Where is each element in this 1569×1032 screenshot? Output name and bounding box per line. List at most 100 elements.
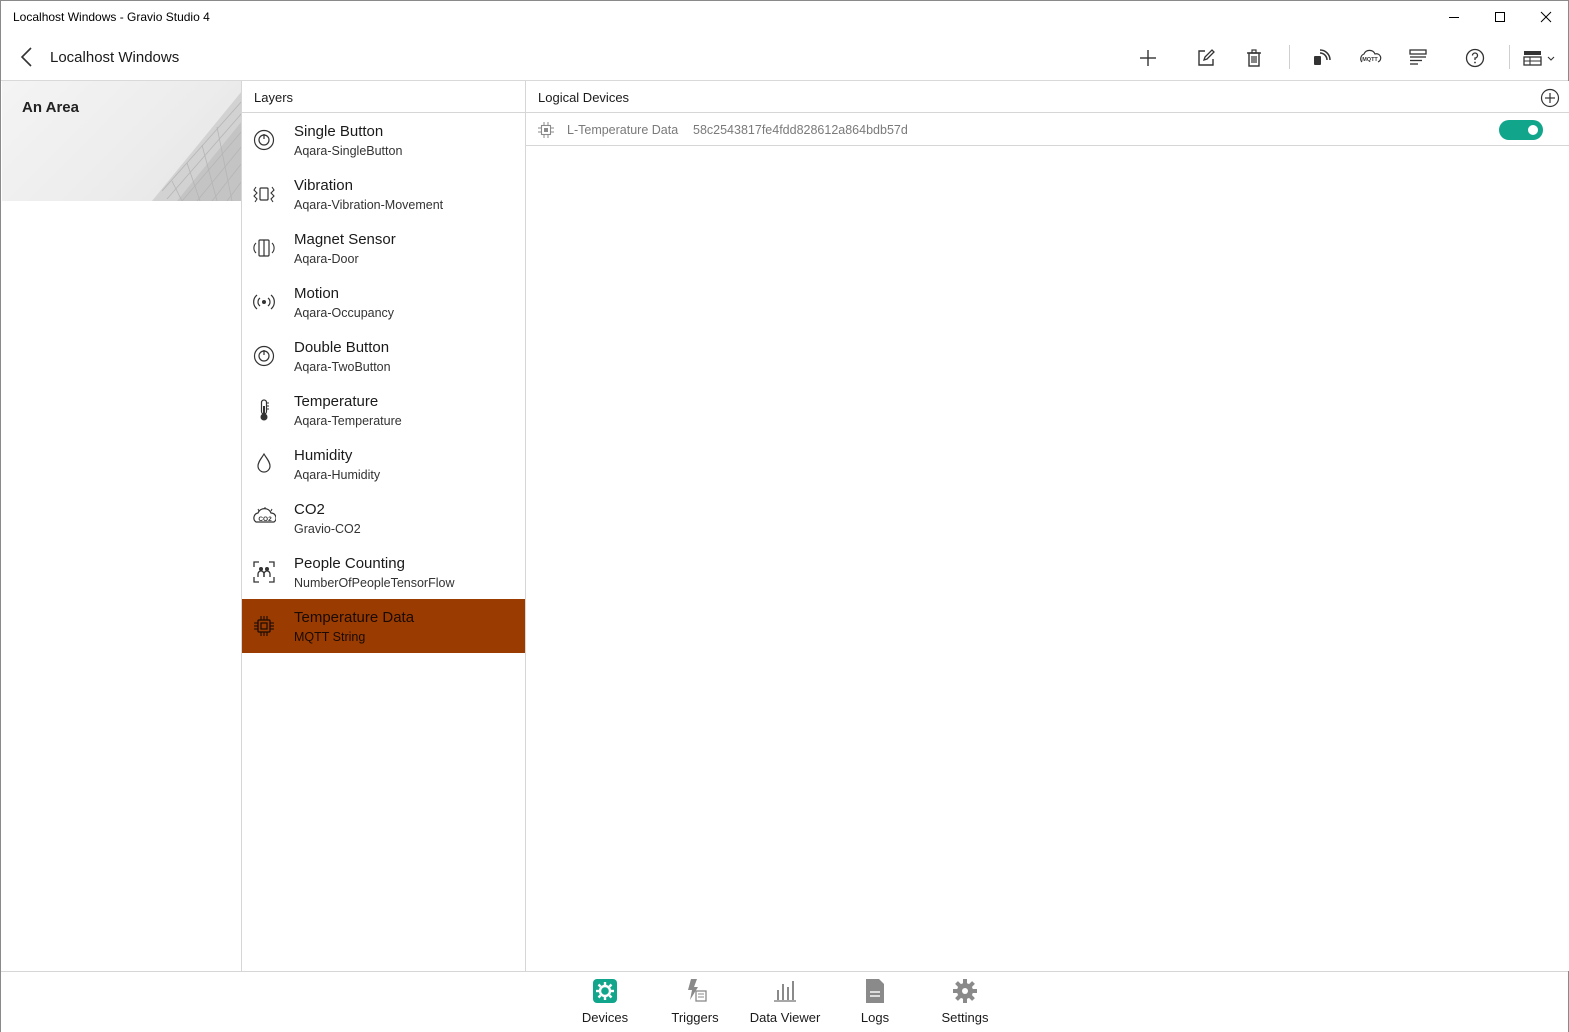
- title-bar: Localhost Windows - Gravio Studio 4: [1, 1, 1568, 35]
- help-icon: [1465, 48, 1485, 68]
- add-button[interactable]: [1130, 41, 1166, 75]
- bottom-navigation: Devices Triggers Data Viewer Logs Settin…: [1, 971, 1568, 1032]
- mqtt-icon: MQTT: [1360, 49, 1382, 63]
- logs-icon: [862, 978, 888, 1004]
- device-row[interactable]: L-Temperature Data 58c2543817fe4fdd82861…: [526, 113, 1569, 146]
- list-icon: [1409, 49, 1427, 65]
- power-button-icon: [252, 128, 276, 152]
- layer-item-people-counting[interactable]: People Counting NumberOfPeopleTensorFlow: [242, 545, 525, 599]
- layer-name: People Counting: [294, 555, 405, 572]
- layer-item-motion[interactable]: Motion Aqara-Occupancy: [242, 275, 525, 329]
- layer-name: Temperature: [294, 393, 379, 410]
- area-name: An Area: [22, 99, 79, 116]
- settings-icon: [952, 978, 978, 1004]
- delete-button[interactable]: [1236, 41, 1272, 75]
- layer-subtitle: MQTT String: [294, 630, 366, 644]
- area-card[interactable]: An Area: [2, 81, 242, 201]
- help-button[interactable]: [1457, 41, 1493, 75]
- nav-label: Logs: [860, 1010, 890, 1025]
- layer-subtitle: Aqara-Occupancy: [294, 306, 395, 320]
- app-window: Localhost Windows - Gravio Studio 4 Loca…: [0, 0, 1569, 1032]
- add-circle-icon: [1540, 88, 1560, 108]
- nfc-icon: [1314, 49, 1331, 65]
- layer-subtitle: Aqara-Humidity: [294, 468, 381, 482]
- layer-name: Humidity: [294, 447, 353, 464]
- layer-item-magnet-sensor[interactable]: Magnet Sensor Aqara-Door: [242, 221, 525, 275]
- layers-header: Layers: [242, 81, 525, 113]
- nav-devices[interactable]: Devices: [565, 978, 645, 1030]
- view-options-icon: [1523, 51, 1555, 66]
- minimize-icon: [1449, 17, 1459, 18]
- layer-item-double-button[interactable]: Double Button Aqara-TwoButton: [242, 329, 525, 383]
- layer-name: CO2: [294, 501, 325, 518]
- chip-icon: [252, 614, 276, 638]
- layer-subtitle: Aqara-Vibration-Movement: [294, 198, 444, 212]
- layer-subtitle: Aqara-SingleButton: [294, 144, 403, 158]
- mqtt-button[interactable]: MQTT: [1352, 41, 1388, 75]
- device-name: L-Temperature Data: [567, 123, 679, 137]
- app-header: Localhost Windows MQTT: [1, 35, 1568, 81]
- nfc-button[interactable]: [1303, 41, 1339, 75]
- layer-name: Motion: [294, 285, 340, 302]
- layer-subtitle: Gravio-CO2: [294, 522, 361, 536]
- page-title: Localhost Windows: [50, 49, 180, 66]
- nav-data-viewer[interactable]: Data Viewer: [745, 978, 825, 1030]
- nav-label: Settings: [941, 1010, 989, 1025]
- layer-item-vibration[interactable]: Vibration Aqara-Vibration-Movement: [242, 167, 525, 221]
- nav-label: Triggers: [671, 1010, 719, 1025]
- nav-logs[interactable]: Logs: [835, 978, 915, 1030]
- device-id: 58c2543817fe4fdd828612a864bdb57d: [693, 123, 908, 137]
- triggers-icon: [682, 978, 708, 1004]
- layer-name: Temperature Data: [294, 609, 415, 626]
- add-device-button[interactable]: [1539, 87, 1561, 109]
- edit-button[interactable]: [1188, 41, 1224, 75]
- droplet-icon: [252, 452, 276, 476]
- layer-name: Vibration: [294, 177, 353, 194]
- back-arrow-icon: [20, 47, 32, 67]
- people-counting-icon: [252, 560, 276, 584]
- co2-icon: CO2: [252, 506, 276, 530]
- minimize-button[interactable]: [1431, 1, 1477, 33]
- device-enable-toggle[interactable]: [1499, 120, 1543, 140]
- chip-icon: [538, 122, 554, 138]
- layer-item-temperature-data[interactable]: Temperature Data MQTT String: [242, 599, 525, 653]
- layer-name: Double Button: [294, 339, 390, 356]
- power-button-icon: [252, 344, 276, 368]
- co2-label: CO2: [258, 516, 272, 523]
- nav-label: Devices: [581, 1010, 629, 1025]
- layer-subtitle: Aqara-TwoButton: [294, 360, 391, 374]
- add-icon: [1140, 50, 1156, 66]
- view-options-button[interactable]: [1517, 41, 1561, 75]
- data-viewer-icon: [772, 978, 798, 1004]
- layer-item-single-button[interactable]: Single Button Aqara-SingleButton: [242, 113, 525, 167]
- list-button[interactable]: [1400, 41, 1436, 75]
- layer-subtitle: Aqara-Temperature: [294, 414, 402, 428]
- layer-subtitle: Aqara-Door: [294, 252, 359, 266]
- delete-icon: [1247, 49, 1261, 67]
- maximize-icon: [1495, 12, 1505, 22]
- close-button[interactable]: [1523, 1, 1569, 33]
- layers-pane: Layers Single Button Aqara-SingleButton …: [241, 81, 526, 971]
- logical-devices-title: Logical Devices: [538, 90, 630, 105]
- area-pane: An Area: [2, 81, 242, 971]
- nav-settings[interactable]: Settings: [925, 978, 1005, 1030]
- devices-icon: [592, 978, 618, 1004]
- magnet-sensor-icon: [252, 236, 276, 260]
- mqtt-label: MQTT: [1362, 57, 1378, 63]
- layer-item-humidity[interactable]: Humidity Aqara-Humidity: [242, 437, 525, 491]
- logical-devices-header: Logical Devices: [526, 81, 1569, 113]
- layer-item-temperature[interactable]: Temperature Aqara-Temperature: [242, 383, 525, 437]
- layer-item-co2[interactable]: CO2 CO2 Gravio-CO2: [242, 491, 525, 545]
- window-title: Localhost Windows - Gravio Studio 4: [13, 10, 210, 24]
- back-button[interactable]: [11, 41, 43, 73]
- motion-icon: [252, 290, 276, 314]
- logical-devices-pane: Logical Devices L-Temperature Data 58c25…: [526, 81, 1569, 971]
- close-icon: [1540, 11, 1552, 23]
- nav-triggers[interactable]: Triggers: [655, 978, 735, 1030]
- toggle-knob: [1528, 125, 1538, 135]
- layer-subtitle: NumberOfPeopleTensorFlow: [294, 576, 455, 590]
- maximize-button[interactable]: [1477, 1, 1523, 33]
- nav-label: Data Viewer: [749, 1010, 821, 1025]
- edit-icon: [1198, 49, 1215, 66]
- layer-name: Single Button: [294, 123, 384, 140]
